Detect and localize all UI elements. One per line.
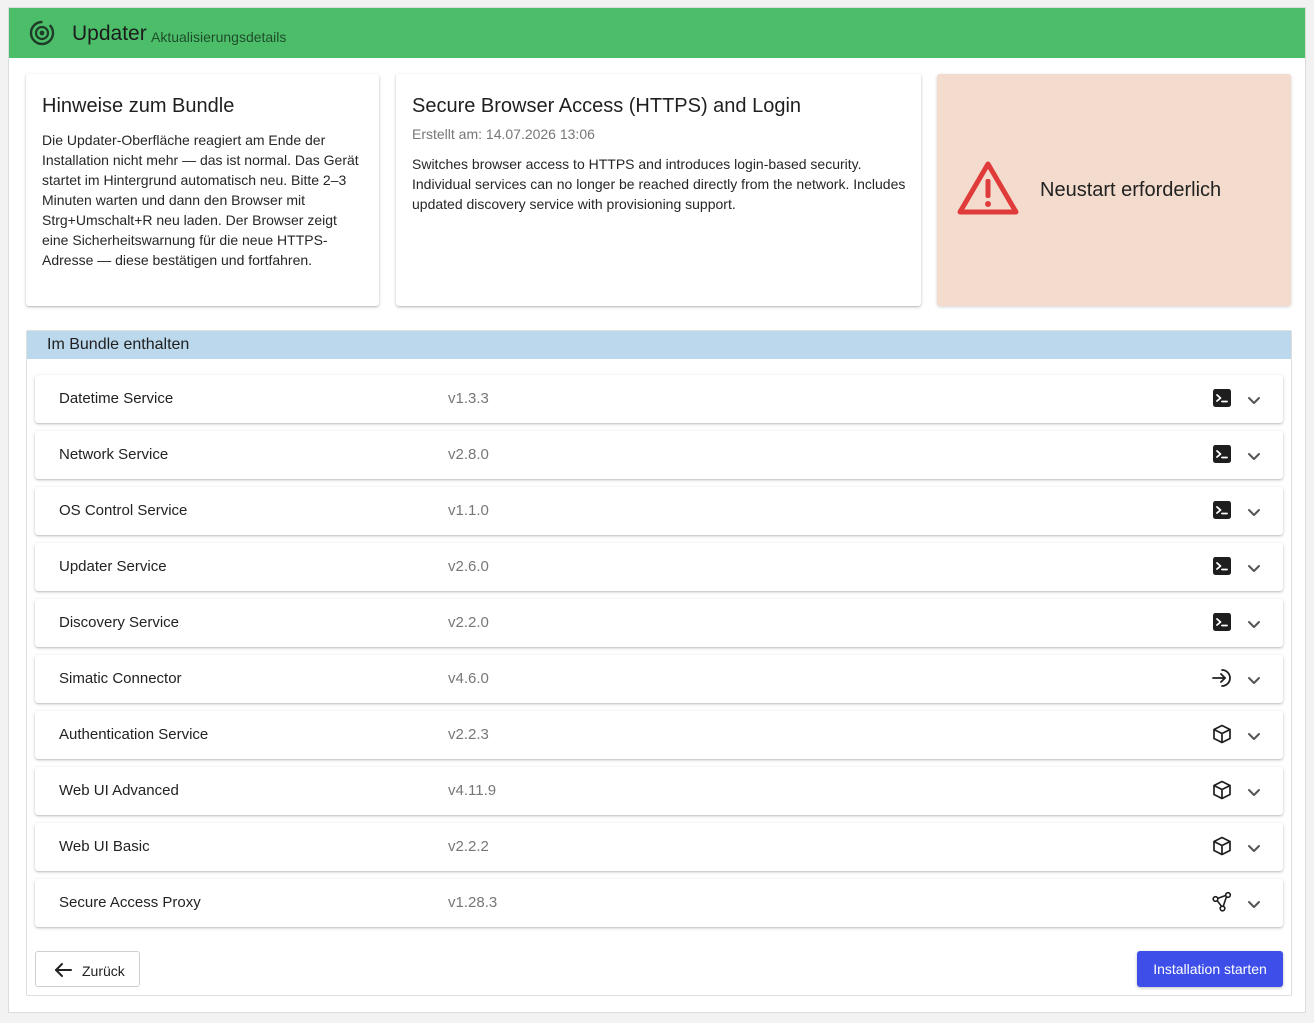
service-row-network[interactable]: Network Service v2.8.0 <box>35 431 1283 479</box>
service-row-authentication[interactable]: Authentication Service v2.2.3 <box>35 711 1283 759</box>
chevron-down-icon[interactable] <box>1246 840 1262 856</box>
bundle-created-date: Erstellt am: 14.07.2026 13:06 <box>412 126 595 142</box>
bundle-description: Switches browser access to HTTPS and int… <box>412 156 906 212</box>
service-name: Authentication Service <box>59 726 209 743</box>
service-version: v1.3.3 <box>448 390 489 407</box>
service-version: v2.2.3 <box>448 726 489 743</box>
chevron-down-icon[interactable] <box>1246 392 1262 408</box>
cube-icon <box>1213 724 1231 744</box>
bundle-contents-panel: Im Bundle enthalten Datetime Service v1.… <box>26 330 1292 996</box>
service-row-secure-access-proxy[interactable]: Secure Access Proxy v1.28.3 <box>35 879 1283 927</box>
cube-icon <box>1213 836 1231 856</box>
arrow-left-icon <box>55 963 72 977</box>
service-row-web-ui-basic[interactable]: Web UI Basic v2.2.2 <box>35 823 1283 871</box>
login-arrow-icon <box>1212 669 1231 687</box>
notes-text: Die Updater-Oberfläche reagiert am Ende … <box>42 132 359 268</box>
service-row-discovery[interactable]: Discovery Service v2.2.0 <box>35 599 1283 647</box>
app-frame: Updater Aktualisierungsdetails Hinweise … <box>8 7 1306 1013</box>
chevron-down-icon[interactable] <box>1246 504 1262 520</box>
service-list: Datetime Service v1.3.3 Network Service … <box>35 375 1283 935</box>
service-name: Web UI Basic <box>59 838 150 855</box>
cube-icon <box>1213 780 1231 800</box>
chevron-down-icon[interactable] <box>1246 560 1262 576</box>
service-name: Secure Access Proxy <box>59 894 201 911</box>
service-name: Web UI Advanced <box>59 782 179 799</box>
warning-triangle-icon <box>957 161 1019 215</box>
chevron-down-icon[interactable] <box>1246 616 1262 632</box>
service-version: v1.28.3 <box>448 894 498 911</box>
back-button[interactable]: Zurück <box>35 951 140 987</box>
orbit-logo-icon <box>29 20 55 46</box>
bundle-notes-card: Hinweise zum Bundle Die Updater-Oberfläc… <box>26 74 379 306</box>
chevron-down-icon[interactable] <box>1246 728 1262 744</box>
bundle-contents-header: Im Bundle enthalten <box>27 331 1291 359</box>
service-version: v2.2.0 <box>448 614 489 631</box>
chevron-down-icon[interactable] <box>1246 448 1262 464</box>
service-row-updater[interactable]: Updater Service v2.6.0 <box>35 543 1283 591</box>
terminal-icon <box>1213 389 1231 407</box>
service-version: v2.8.0 <box>448 446 489 463</box>
service-name: Simatic Connector <box>59 670 182 687</box>
service-version: v2.6.0 <box>448 558 489 575</box>
service-name: Discovery Service <box>59 614 180 631</box>
service-name: Updater Service <box>59 558 167 575</box>
service-name: Network Service <box>59 446 169 463</box>
service-name: Datetime Service <box>59 390 174 407</box>
app-bar: Updater Aktualisierungsdetails <box>9 8 1305 58</box>
service-version: v2.2.2 <box>448 838 489 855</box>
service-version: v4.6.0 <box>448 670 489 687</box>
chevron-down-icon[interactable] <box>1246 896 1262 912</box>
restart-required-card: Neustart erforderlich <box>937 74 1291 306</box>
service-version: v4.11.9 <box>448 782 497 799</box>
bundle-title: Secure Browser Access (HTTPS) and Login <box>412 95 802 117</box>
service-row-os-control[interactable]: OS Control Service v1.1.0 <box>35 487 1283 535</box>
bundle-info-card: Secure Browser Access (HTTPS) and Login … <box>396 74 921 306</box>
start-installation-button[interactable]: Installation starten <box>1137 951 1283 987</box>
terminal-icon <box>1213 613 1231 631</box>
service-version: v1.1.0 <box>448 502 489 519</box>
restart-required-label: Neustart erforderlich <box>1040 179 1222 201</box>
terminal-icon <box>1213 557 1231 575</box>
service-row-web-ui-advanced[interactable]: Web UI Advanced v4.11.9 <box>35 767 1283 815</box>
chevron-down-icon[interactable] <box>1246 784 1262 800</box>
terminal-icon <box>1213 501 1231 519</box>
back-button-label: Zurück <box>82 963 125 979</box>
service-row-datetime[interactable]: Datetime Service v1.3.3 <box>35 375 1283 423</box>
app-subtitle: Aktualisierungsdetails <box>151 29 287 45</box>
service-name: OS Control Service <box>59 502 188 519</box>
network-nodes-icon <box>1212 891 1232 912</box>
app-title: Updater <box>72 22 147 45</box>
service-row-simatic-connector[interactable]: Simatic Connector v4.6.0 <box>35 655 1283 703</box>
chevron-down-icon[interactable] <box>1246 672 1262 688</box>
terminal-icon <box>1213 445 1231 463</box>
notes-title: Hinweise zum Bundle <box>42 95 235 117</box>
